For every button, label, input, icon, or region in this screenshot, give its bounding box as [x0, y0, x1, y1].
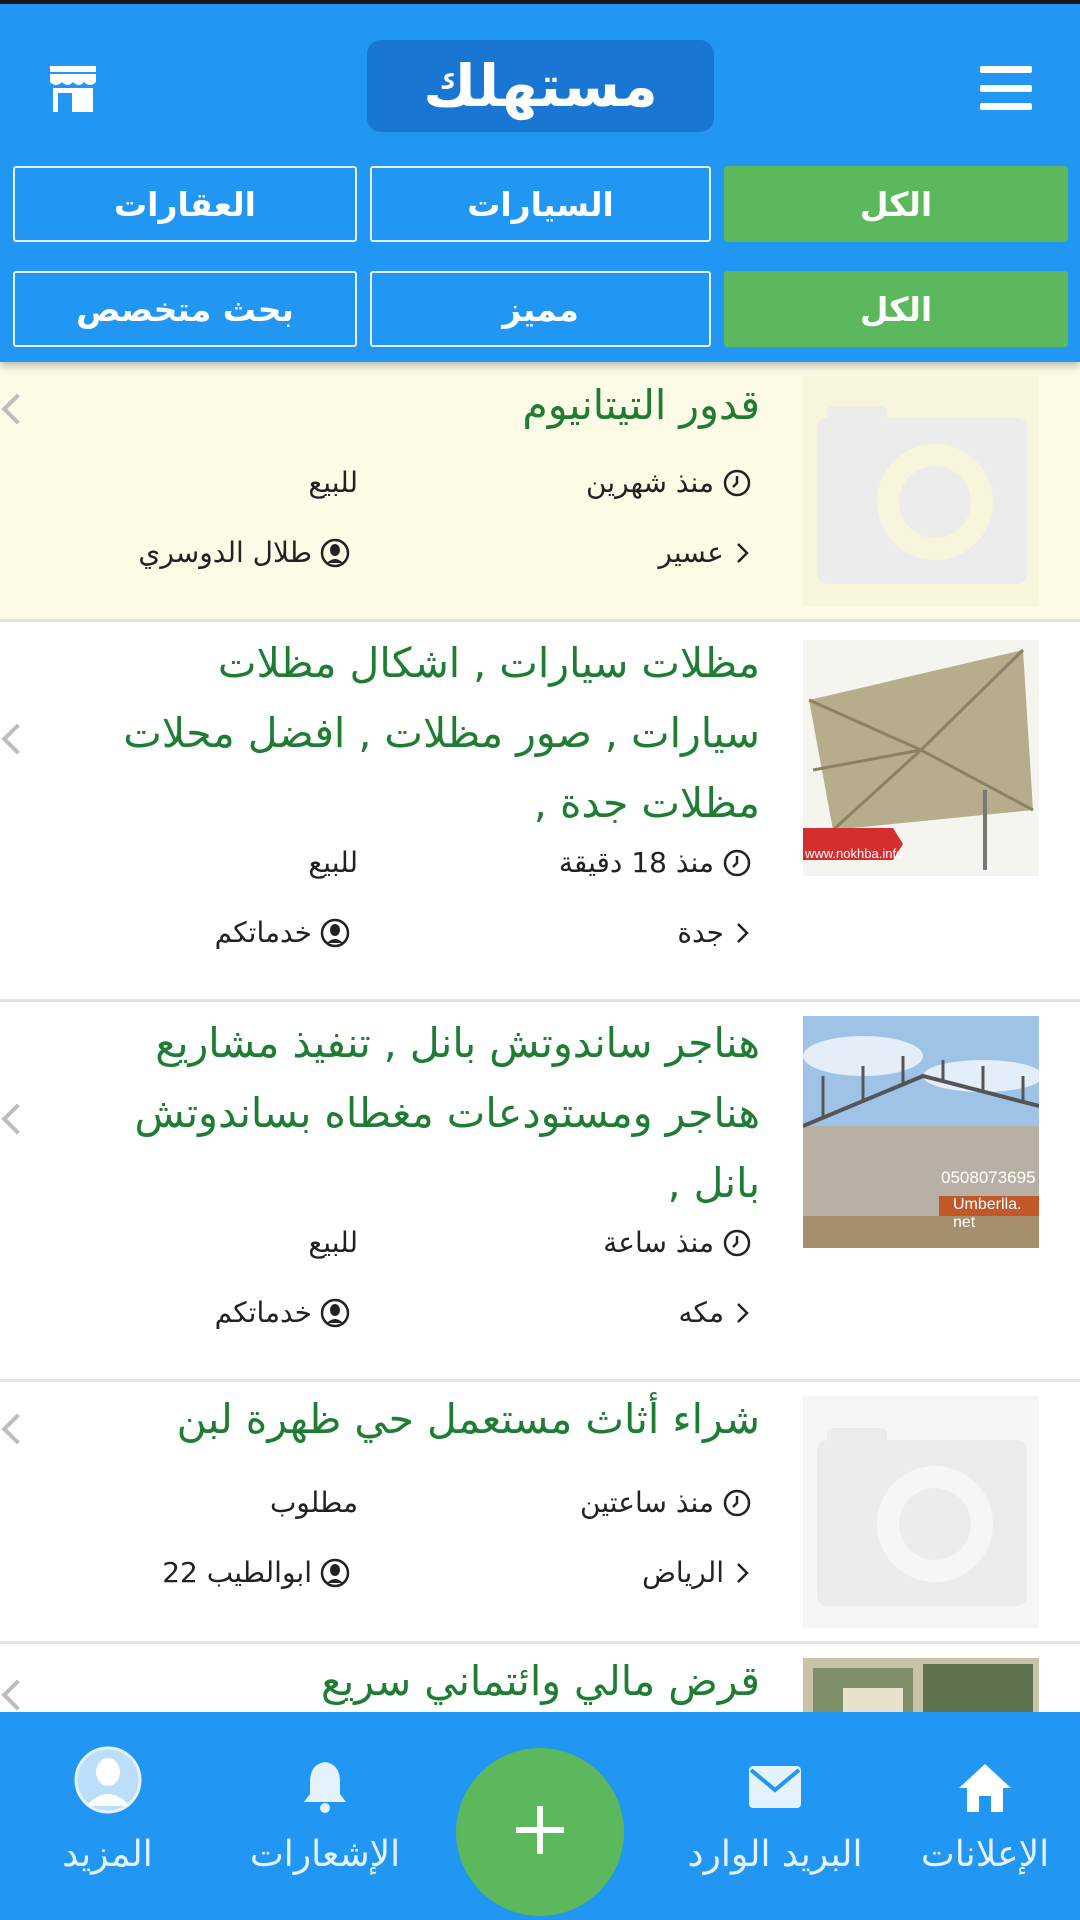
- filter-category-cars[interactable]: السيارات: [370, 166, 711, 242]
- filter-type-advanced-search[interactable]: بحث متخصص: [13, 271, 357, 347]
- warehouse-photo: 0508073695 Umberlla. net: [803, 1016, 1039, 1248]
- car-shade-photo: www.nokhba.info: [803, 640, 1039, 876]
- listing-location: مكه: [679, 1296, 752, 1329]
- listing-time: منذ ساعة: [603, 1226, 752, 1259]
- nav-more[interactable]: المزيد: [0, 1712, 215, 1920]
- nav-ads[interactable]: الإعلانات: [890, 1712, 1080, 1920]
- listing-user-text: ابوالطيب 22: [162, 1556, 312, 1589]
- chevron-right-icon: [732, 1560, 752, 1586]
- listing-user: ابوالطيب 22: [162, 1556, 350, 1589]
- listing-location-text: عسير: [658, 536, 724, 569]
- filter-type-all[interactable]: الكل: [724, 271, 1068, 347]
- money-photo: [803, 1658, 1039, 1712]
- user-icon: [320, 1558, 350, 1588]
- listing-item[interactable]: قدور التيتانيوم منذ شهرين للبيع عسير طلا…: [0, 362, 1080, 622]
- clock-icon: [722, 1488, 752, 1518]
- chevron-right-icon: [732, 920, 752, 946]
- filter-category-realestate[interactable]: العقارات: [13, 166, 357, 242]
- home-icon: [957, 1762, 1013, 1818]
- chevron-left-icon: [1, 723, 33, 755]
- listing-type: للبيع: [308, 846, 358, 879]
- nav-inbox[interactable]: البريد الوارد: [660, 1712, 890, 1920]
- app-header: مستهلك الكل السيارات العقارات الكل مميز …: [0, 4, 1080, 362]
- nav-ads-label: الإعلانات: [920, 1834, 1050, 1875]
- listing-title: مظلات سيارات , اشكال مظلات سيارات , صور …: [123, 639, 760, 827]
- image-phone: 0508073695: [941, 1168, 1036, 1187]
- chevron-left-icon: [1, 393, 33, 425]
- user-avatar-icon: [74, 1744, 142, 1820]
- mail-icon: [747, 1764, 803, 1814]
- plus-icon: [512, 1802, 568, 1862]
- app-logo[interactable]: مستهلك: [367, 40, 714, 132]
- listing-user: خدماتكم: [215, 1296, 350, 1329]
- listing-user-text: طلال الدوسري: [138, 536, 312, 569]
- listing-user-text: خدماتكم: [214, 916, 312, 949]
- clock-icon: [722, 848, 752, 878]
- listing-location-text: الرياض: [642, 1556, 724, 1589]
- listing-location-text: مكه: [678, 1296, 724, 1329]
- hamburger-menu-icon[interactable]: [980, 66, 1032, 110]
- listing-location: جدة: [677, 916, 752, 949]
- user-icon: [320, 538, 350, 568]
- listing-location-text: جدة: [677, 916, 724, 949]
- listing-time-text: منذ ساعة: [603, 1226, 714, 1259]
- listing-title: شراء أثاث مستعمل حي ظهرة لبن: [176, 1395, 760, 1443]
- user-icon: [320, 918, 350, 948]
- chevron-right-icon: [732, 540, 752, 566]
- store-icon[interactable]: [48, 64, 98, 114]
- listing-title: قدور التيتانيوم: [522, 381, 760, 429]
- listing-location: الرياض: [642, 1556, 752, 1589]
- listing-title: قرض مالي وائتماني سريع: [321, 1657, 760, 1705]
- listing-user: خدماتكم: [215, 916, 350, 949]
- camera-placeholder-icon: [803, 1396, 1039, 1628]
- listing-time: منذ شهرين: [586, 466, 752, 499]
- chevron-right-icon: [732, 1300, 752, 1326]
- nav-notifications[interactable]: الإشعارات: [230, 1712, 420, 1920]
- bell-icon: [300, 1758, 350, 1818]
- listing-item[interactable]: شراء أثاث مستعمل حي ظهرة لبن منذ ساعتين …: [0, 1382, 1080, 1644]
- listing-type: مطلوب: [269, 1486, 358, 1519]
- listing-item[interactable]: قرض مالي وائتماني سريع: [0, 1644, 1080, 1712]
- nav-more-label: المزيد: [62, 1834, 153, 1875]
- listing-type: للبيع: [308, 466, 358, 499]
- listing-time: منذ ساعتين: [580, 1486, 752, 1519]
- listing-user: طلال الدوسري: [138, 536, 350, 569]
- filter-category-all[interactable]: الكل: [724, 166, 1068, 242]
- nav-inbox-label: البريد الوارد: [687, 1834, 863, 1875]
- user-icon: [320, 1298, 350, 1328]
- clock-icon: [722, 468, 752, 498]
- listing-type: للبيع: [308, 1226, 358, 1259]
- listing-time: منذ 18 دقيقة: [559, 846, 752, 879]
- listing-item[interactable]: www.nokhba.info مظلات سيارات , اشكال مظل…: [0, 622, 1080, 1002]
- image-caption: www.nokhba.info: [805, 846, 904, 861]
- nav-notifications-label: الإشعارات: [249, 1834, 401, 1875]
- listing-time-text: منذ 18 دقيقة: [558, 846, 714, 879]
- clock-icon: [722, 1228, 752, 1258]
- add-listing-button[interactable]: [456, 1748, 624, 1916]
- chevron-left-icon: [1, 1679, 33, 1711]
- listing-time-text: منذ ساعتين: [580, 1486, 714, 1519]
- listing-user-text: خدماتكم: [214, 1296, 312, 1329]
- listing-item[interactable]: 0508073695 Umberlla. net هناجر ساندوتش ب…: [0, 1002, 1080, 1382]
- listing-location: عسير: [658, 536, 752, 569]
- camera-placeholder-icon: [803, 376, 1039, 606]
- image-site: Umberlla. net: [953, 1196, 1022, 1231]
- listings-list: قدور التيتانيوم منذ شهرين للبيع عسير طلا…: [0, 362, 1080, 1712]
- chevron-left-icon: [1, 1413, 33, 1445]
- filter-type-featured[interactable]: مميز: [370, 271, 711, 347]
- listing-title: هناجر ساندوتش بانل , تنفيذ مشاريع هناجر …: [134, 1019, 761, 1207]
- listing-time-text: منذ شهرين: [586, 466, 714, 499]
- chevron-left-icon: [1, 1103, 33, 1135]
